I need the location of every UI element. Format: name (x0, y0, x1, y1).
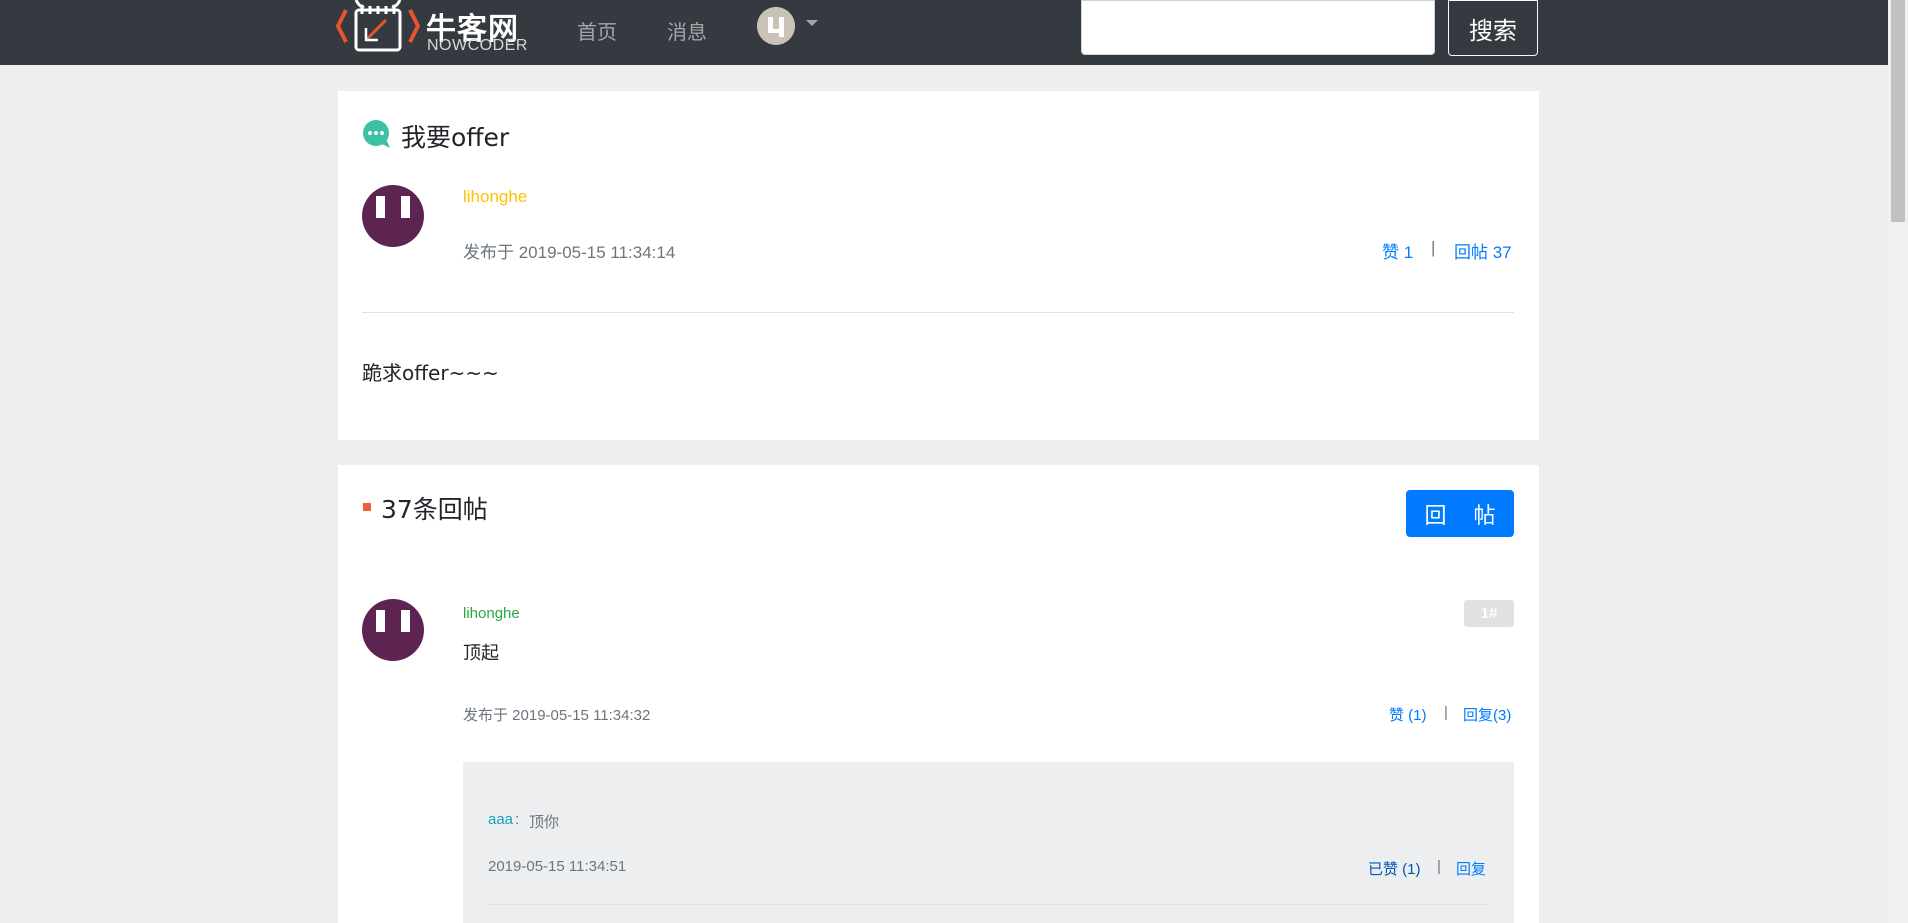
search-button[interactable]: 搜索 (1448, 0, 1538, 56)
top-navbar: 牛客网 NOWCODER 首页 消息 搜索 (0, 0, 1888, 65)
post-divider (362, 312, 1514, 313)
reply-like-link[interactable]: 赞 (1) (1389, 704, 1427, 725)
reply-reply-link[interactable]: 回复(3) (1463, 704, 1511, 725)
post-published-time: 发布于 2019-05-15 11:34:14 (463, 243, 676, 262)
chat-bubble-icon (363, 120, 390, 148)
replies-card: 37条回帖 回 帖 lihonghe 1# 顶起 发布于 2019-05-15 … (338, 465, 1539, 923)
post-card: 我要offer lihonghe 发布于 2019-05-15 11:34:14… (338, 91, 1539, 440)
post-author-name[interactable]: lihonghe (463, 187, 527, 207)
post-meta-separator: | (1431, 238, 1436, 257)
logo-icon (336, 0, 420, 52)
post-like-link[interactable]: 赞 1 (1382, 238, 1413, 263)
nav-home-link[interactable]: 首页 (577, 16, 617, 45)
comment-colon: : (515, 811, 520, 828)
user-avatar-icon (757, 7, 795, 45)
comment-divider (488, 904, 1489, 905)
chevron-down-icon[interactable] (806, 20, 818, 26)
comment-user[interactable]: aaa (488, 811, 513, 828)
comment-time: 2019-05-15 11:34:51 (488, 858, 627, 875)
reply-published-time: 发布于 2019-05-15 11:34:32 (463, 707, 651, 724)
page-scrollbar[interactable] (1888, 0, 1908, 923)
search-input[interactable] (1081, 0, 1435, 55)
logo-subtitle: NOWCODER (427, 37, 528, 54)
nowcoder-logo[interactable]: 牛客网 NOWCODER (336, 0, 528, 56)
user-avatar-menu[interactable] (757, 7, 795, 45)
reply-meta-separator: | (1444, 704, 1448, 721)
reply-author-avatar[interactable] (362, 599, 424, 661)
comment-reply-link[interactable]: 回复 (1456, 858, 1486, 879)
author-avatar[interactable] (362, 185, 424, 247)
comment-list: aaa : 顶你 2019-05-15 11:34:51 已赞 (1) | 回复 (463, 762, 1514, 923)
section-marker-icon (363, 503, 371, 511)
comment-text: 顶你 (529, 814, 560, 831)
post-reply-count-link[interactable]: 回帖 37 (1454, 238, 1512, 263)
floor-badge: 1# (1464, 600, 1514, 627)
comment-liked-link[interactable]: 已赞 (1) (1368, 858, 1421, 879)
reply-content: 顶起 (463, 643, 499, 664)
post-title: 我要offer (401, 123, 510, 152)
author-avatar-icon (376, 196, 410, 218)
reply-author-avatar-icon (376, 610, 410, 632)
replies-section-title: 37条回帖 (381, 495, 488, 524)
comment-separator: | (1437, 858, 1441, 875)
reply-author-name[interactable]: lihonghe (463, 605, 520, 622)
nav-messages-link[interactable]: 消息 (667, 16, 707, 45)
scrollbar-thumb[interactable] (1891, 0, 1905, 222)
post-body: 跪求offer~~~ (362, 361, 499, 385)
reply-post-button[interactable]: 回 帖 (1406, 490, 1514, 537)
